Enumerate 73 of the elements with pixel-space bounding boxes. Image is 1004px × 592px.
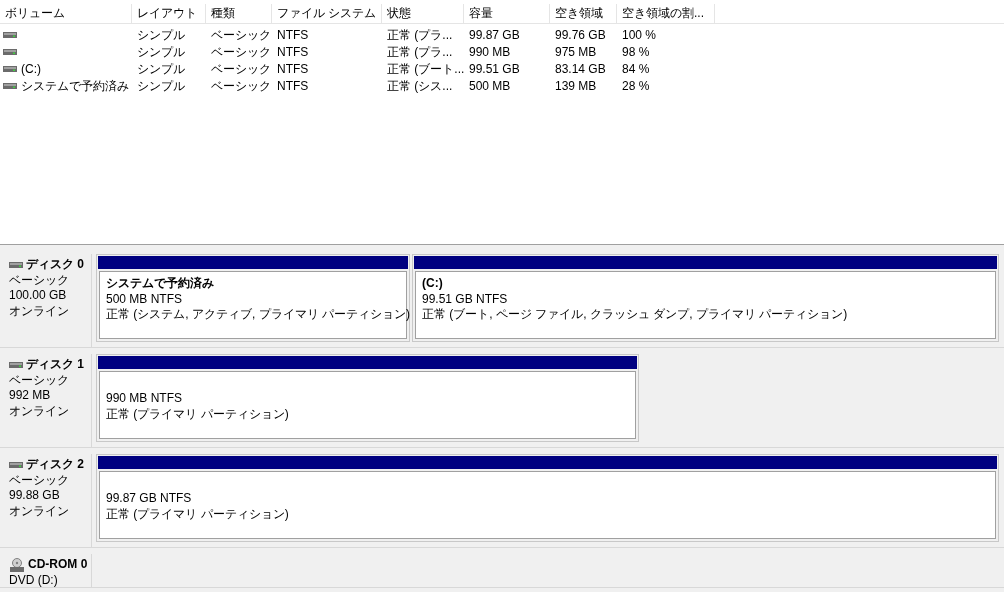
disk-status: オンライン	[9, 303, 70, 319]
column-header[interactable]: 空き領域	[550, 4, 617, 23]
table-cell-text: シンプル	[137, 43, 185, 61]
disk-name: ディスク 1	[26, 357, 84, 373]
table-cell-text: 500 MB	[469, 77, 511, 95]
drive-icon	[3, 31, 17, 38]
drive-icon	[9, 361, 23, 368]
table-cell-text: ベーシック	[211, 60, 271, 78]
disc-drive-icon	[9, 557, 25, 572]
table-cell-text: 正常 (プラ...	[387, 26, 453, 44]
partition-size: 99.87 GB NTFS	[106, 491, 193, 507]
table-cell-text: 84 %	[622, 60, 650, 78]
disk-type: DVD (D:)	[9, 572, 59, 588]
partition-label: (C:)	[422, 276, 444, 292]
disk-type: ベーシック	[9, 372, 70, 388]
partition-block[interactable]: 99.87 GB NTFS 正常 (プライマリ パーティション)	[96, 454, 999, 542]
table-cell-text: ベーシック	[211, 43, 271, 61]
drive-icon	[3, 65, 17, 72]
drive-icon	[3, 48, 17, 55]
partition-size: 990 MB NTFS	[106, 391, 184, 407]
drive-icon	[3, 82, 17, 89]
partition-block[interactable]: (C:) 99.51 GB NTFS 正常 (ブート, ページ ファイル, クラッシュ ダンプ, プライマリ パーティション)	[412, 254, 999, 342]
table-cell-text: NTFS	[277, 43, 309, 61]
disk-name: ディスク 0	[26, 257, 84, 273]
column-header[interactable]: 容量	[464, 4, 550, 23]
drive-icon	[9, 261, 23, 268]
drive-icon	[9, 461, 23, 468]
disk-status: オンライン	[9, 503, 70, 519]
partition-block[interactable]: システムで予約済み 500 MB NTFS 正常 (システム, アクティブ, プライマリ パーティション)	[96, 254, 410, 342]
partition-size: 500 MB NTFS	[106, 291, 184, 307]
column-header[interactable]: レイアウト	[132, 4, 206, 23]
table-cell-text: 99.87 GB	[469, 26, 520, 44]
disk-size: 99.88 GB	[9, 488, 61, 504]
partition-status: 正常 (ブート, ページ ファイル, クラッシュ ダンプ, プライマリ パーティション)	[422, 307, 849, 323]
table-cell-text: (C:)	[21, 60, 41, 78]
disk-size: 100.00 GB	[9, 288, 68, 304]
table-cell-text: 正常 (シス...	[387, 77, 453, 95]
disk-name: CD-ROM 0	[28, 557, 88, 573]
column-header[interactable]: ボリューム	[0, 4, 132, 23]
partition-size: 99.51 GB NTFS	[422, 291, 509, 307]
table-cell-text: シンプル	[137, 77, 185, 95]
table-cell-text: 100 %	[622, 26, 657, 44]
partition-status: 正常 (プライマリ パーティション)	[106, 506, 290, 522]
disk-status: オンライン	[9, 403, 70, 419]
table-cell-text: 正常 (ブート...	[387, 60, 465, 78]
table-cell-text: 正常 (プラ...	[387, 43, 453, 61]
column-header[interactable]: 状態	[382, 4, 464, 23]
table-cell-text: 83.14 GB	[555, 60, 606, 78]
disk-type: ベーシック	[9, 472, 70, 488]
column-header[interactable]: 種類	[206, 4, 272, 23]
column-header[interactable]: ファイル システム	[272, 4, 382, 23]
table-cell-text: 28 %	[622, 77, 650, 95]
disk-name: ディスク 2	[26, 457, 84, 473]
partition-label: システムで予約済み	[106, 276, 215, 292]
disk-size: 992 MB	[9, 388, 52, 404]
table-cell-text: 990 MB	[469, 43, 511, 61]
partition-status: 正常 (プライマリ パーティション)	[106, 406, 290, 422]
table-cell-text: システムで予約済み	[21, 77, 129, 95]
table-cell-text: 98 %	[622, 43, 650, 61]
table-cell-text: NTFS	[277, 77, 309, 95]
table-cell-text: 975 MB	[555, 43, 597, 61]
table-cell-text: シンプル	[137, 60, 185, 78]
table-cell-text: 99.76 GB	[555, 26, 606, 44]
table-cell-text: 139 MB	[555, 77, 597, 95]
column-header[interactable]: 空き領域の割...	[617, 4, 715, 23]
table-cell-text: シンプル	[137, 26, 185, 44]
disk-type: ベーシック	[9, 272, 70, 288]
table-cell-text: NTFS	[277, 60, 309, 78]
partition-block[interactable]: 990 MB NTFS 正常 (プライマリ パーティション)	[96, 354, 639, 442]
table-cell-text: 99.51 GB	[469, 60, 520, 78]
table-cell-text: ベーシック	[211, 26, 271, 44]
table-cell-text: NTFS	[277, 26, 309, 44]
table-cell-text: ベーシック	[211, 77, 271, 95]
